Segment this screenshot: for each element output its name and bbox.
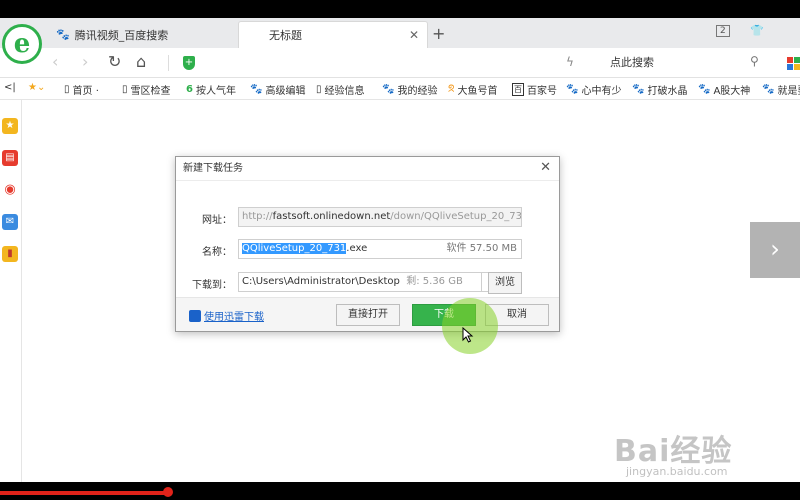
filename-selection: QQliveSetup_20_731	[242, 243, 347, 254]
lightning-icon[interactable]: ϟ	[566, 55, 574, 69]
mail-icon[interactable]: ✉	[2, 214, 18, 230]
bookmark-item[interactable]: 🐾 高级编辑	[250, 82, 305, 97]
free-space: 剩: 5.36 GB	[406, 276, 463, 287]
bookmark-item[interactable]: ▯ 经验信息	[316, 82, 365, 97]
browser-logo[interactable]: e	[2, 24, 42, 64]
click-highlight	[442, 298, 498, 354]
bookmark-item[interactable]: 6 按人气年	[186, 82, 236, 97]
watermark-url: jingyan.baidu.com	[626, 465, 728, 478]
tab-baidu-search[interactable]: 🐾 腾讯视频_百度搜索	[48, 21, 236, 48]
bookmark-item[interactable]: 🐾 A股大神	[698, 82, 750, 97]
bookmarks-bar: <| ★⌄ ▯ 首页 · ▯ 雪区检查 6 按人气年 🐾 高级编辑 ▯ 经验信息 🐾 我的经…	[0, 78, 800, 100]
favorites-star-icon[interactable]: ★	[2, 118, 18, 134]
page-icon: ▯	[64, 84, 70, 95]
forward-icon[interactable]: ›	[82, 52, 88, 71]
page-icon: ▯	[316, 84, 322, 95]
url-field[interactable]: http://fastsoft.onlinedown.net/down/QQli…	[238, 207, 522, 227]
xunlei-icon	[189, 309, 201, 322]
divider	[168, 55, 169, 71]
tab-label: 腾讯视频_百度搜索	[74, 28, 169, 42]
bookmark-item[interactable]: ▯ 首页 ·	[64, 82, 99, 97]
tab-counter[interactable]: 2	[716, 25, 730, 37]
tab-untitled[interactable]: 无标题 ✕	[238, 21, 428, 48]
dialog-footer: 使用迅雷下载 直接打开 下载 取消	[176, 297, 559, 331]
search-icon[interactable]: ⚲	[750, 54, 759, 68]
num6-icon: 6	[186, 84, 193, 95]
nav-bar: ‹ › ↻ ⌂ + ϟ 点此搜索 ⚲	[0, 48, 800, 78]
new-download-dialog: 新建下载任务 ✕ 网址： http://fastsoft.onlinedown.…	[175, 156, 560, 354]
notes-icon[interactable]: ▮	[2, 246, 18, 262]
search-input[interactable]: 点此搜索	[610, 52, 770, 74]
news-icon[interactable]: ▤	[2, 150, 18, 166]
close-tab-icon[interactable]: ✕	[409, 28, 419, 42]
tab-label: 无标题	[269, 29, 302, 42]
browse-button[interactable]: 浏览	[488, 272, 522, 294]
paw-icon: 🐾	[382, 84, 395, 95]
star-icon[interactable]: ★⌄	[28, 82, 45, 93]
apps-icon[interactable]	[787, 57, 800, 70]
bookmarks-collapse-icon[interactable]: <|	[4, 82, 16, 93]
home-icon[interactable]: ⌂	[136, 52, 146, 71]
bookmark-item[interactable]: 🐾 我的经验	[382, 82, 437, 97]
save-location-field[interactable]: C:\Users\Administrator\Desktop 剩: 5.36 G…	[238, 272, 482, 292]
baidu-jingyan-watermark: Bai经验	[614, 434, 733, 469]
page-icon: ▯	[122, 84, 128, 95]
bookmark-item[interactable]: ▯ 雪区检查	[122, 82, 171, 97]
bookmark-item[interactable]: 🐾 心中有少	[566, 82, 621, 97]
bai-icon: 百	[512, 83, 524, 96]
bookmark-item[interactable]: ᘝ 大鱼号首	[448, 82, 497, 97]
open-directly-button[interactable]: 直接打开	[336, 304, 400, 326]
filename-field[interactable]: QQliveSetup_20_731.exe 软件 57.50 MB	[238, 239, 522, 259]
paw-icon: 🐾	[698, 84, 711, 95]
video-frame: 🐾 腾讯视频_百度搜索 无标题 ✕ + 2 👕 e ‹ › ↻ ⌂ + ϟ 点此…	[0, 0, 800, 500]
fish-icon: ᘝ	[448, 84, 455, 95]
new-tab-button[interactable]: +	[432, 24, 445, 43]
back-icon[interactable]: ‹	[52, 52, 58, 71]
xunlei-download-link[interactable]: 使用迅雷下载	[189, 308, 264, 323]
bookmark-item[interactable]: 🐾就是要	[762, 82, 800, 97]
paw-icon: 🐾	[632, 84, 645, 95]
name-label: 名称：	[202, 247, 232, 258]
dialog-title: 新建下载任务	[176, 157, 559, 181]
paw-icon: 🐾	[566, 84, 579, 95]
bookmark-item[interactable]: 🐾 打破水晶	[632, 82, 687, 97]
paw-icon: 🐾	[762, 84, 775, 95]
paw-icon: 🐾	[250, 84, 263, 95]
next-slide-arrow[interactable]: ›	[750, 222, 800, 278]
shirt-icon[interactable]: 👕	[750, 24, 764, 37]
bookmark-item[interactable]: 百百家号	[512, 82, 557, 97]
file-size: 软件 57.50 MB	[446, 243, 517, 254]
paw-icon: 🐾	[56, 28, 70, 41]
shield-icon[interactable]: +	[183, 56, 195, 70]
weibo-icon[interactable]: ◉	[2, 182, 18, 198]
video-progress-bar[interactable]	[0, 491, 168, 495]
refresh-icon[interactable]: ↻	[108, 52, 121, 71]
side-toolbar: ★ ▤ ◉ ✉ ▮	[0, 100, 22, 482]
mouse-cursor-icon	[462, 327, 474, 343]
video-progress-knob[interactable]	[163, 487, 173, 497]
url-label: 网址：	[202, 215, 232, 226]
close-icon[interactable]: ✕	[540, 160, 551, 175]
letterbox-top	[0, 0, 800, 18]
tab-strip: 🐾 腾讯视频_百度搜索 无标题 ✕ + 2 👕	[0, 18, 800, 48]
save-location-label: 下载到：	[192, 280, 232, 291]
